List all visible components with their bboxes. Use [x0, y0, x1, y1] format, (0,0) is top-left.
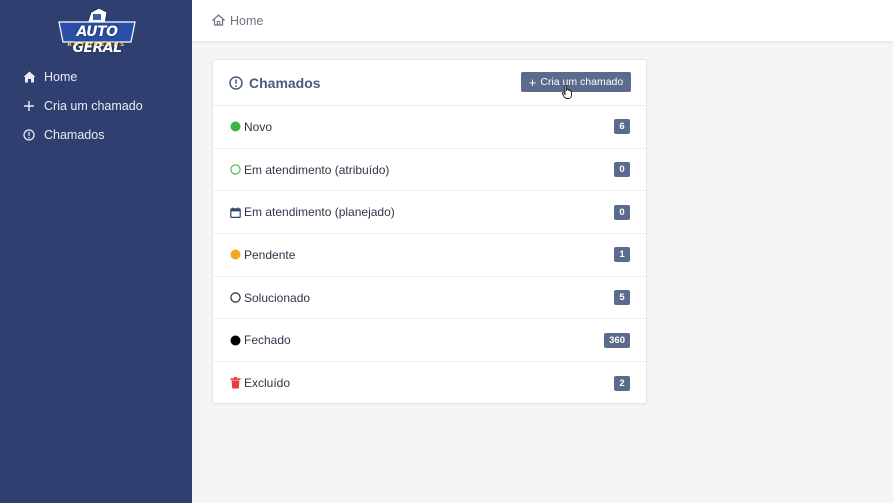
- outline-circle-icon: [229, 292, 241, 304]
- hand-cursor-icon: [561, 84, 572, 99]
- status-label: Em atendimento (atribuído): [244, 162, 390, 177]
- plus-icon: [22, 99, 36, 113]
- sidebar-item-label: Chamados: [44, 127, 105, 142]
- card-header: Chamados + Cria um chamado: [213, 60, 646, 106]
- card-title: Chamados: [229, 75, 321, 91]
- calendar-icon: [229, 206, 241, 218]
- count-badge: 0: [614, 162, 630, 178]
- info-circle-icon: [22, 128, 36, 142]
- filled-circle-icon: [229, 334, 241, 346]
- count-badge: 6: [614, 119, 630, 135]
- sidebar-nav: Home Cria um chamado Chamados: [0, 62, 192, 149]
- status-label: Novo: [244, 119, 273, 134]
- logo[interactable]: AUTO GERAL AUTOPEÇAS: [55, 6, 139, 56]
- sidebar-item-label: Home: [44, 69, 78, 84]
- list-item-solucionado[interactable]: Solucionado 5: [213, 277, 646, 320]
- logo-title: AUTO GERAL: [72, 24, 122, 56]
- count-badge: 360: [604, 332, 630, 348]
- home-icon: [22, 70, 36, 84]
- status-label: Fechado: [244, 333, 291, 348]
- list-item-novo[interactable]: Novo 6: [213, 106, 646, 149]
- sidebar-item-create-ticket[interactable]: Cria um chamado: [0, 91, 192, 120]
- status-label: Pendente: [244, 247, 296, 262]
- trash-icon: [229, 377, 241, 389]
- status-label: Solucionado: [244, 290, 311, 305]
- create-ticket-button[interactable]: + Cria um chamado: [521, 72, 631, 92]
- home-outline-icon: [212, 14, 225, 27]
- logo-subtitle: AUTOPEÇAS: [67, 42, 127, 48]
- card-title-text: Chamados: [249, 74, 321, 91]
- tickets-card: Chamados + Cria um chamado Novo 6 Em ate…: [212, 59, 647, 404]
- list-item-em-atendimento-atribuido[interactable]: Em atendimento (atribuído) 0: [213, 149, 646, 192]
- count-badge: 1: [614, 247, 630, 263]
- list-item-excluido[interactable]: Excluído 2: [213, 362, 646, 405]
- sidebar: AUTO GERAL AUTOPEÇAS Home Cria um chamad…: [0, 0, 192, 503]
- breadcrumb[interactable]: Home: [230, 14, 263, 28]
- count-badge: 5: [614, 290, 630, 306]
- list-item-fechado[interactable]: Fechado 360: [213, 319, 646, 363]
- status-label: Excluído: [244, 376, 291, 391]
- list-item-pendente[interactable]: Pendente 1: [213, 234, 646, 277]
- sidebar-item-label: Cria um chamado: [44, 98, 143, 113]
- info-circle-icon: [229, 75, 243, 90]
- filled-circle-icon: [229, 249, 241, 261]
- sidebar-item-home[interactable]: Home: [0, 62, 192, 91]
- list-item-em-atendimento-planejado[interactable]: Em atendimento (planejado) 0: [213, 191, 646, 235]
- count-badge: 2: [614, 375, 630, 391]
- count-badge: 0: [614, 204, 630, 220]
- status-label: Em atendimento (planejado): [244, 205, 395, 220]
- filled-circle-icon: [229, 121, 241, 133]
- sidebar-item-tickets[interactable]: Chamados: [0, 120, 192, 149]
- status-list: Novo 6 Em atendimento (atribuído) 0 Em a…: [213, 106, 646, 405]
- outline-circle-icon: [229, 164, 241, 176]
- plus-icon: +: [528, 74, 537, 90]
- top-bar: Home: [192, 0, 893, 42]
- create-ticket-label: Cria um chamado: [540, 76, 624, 88]
